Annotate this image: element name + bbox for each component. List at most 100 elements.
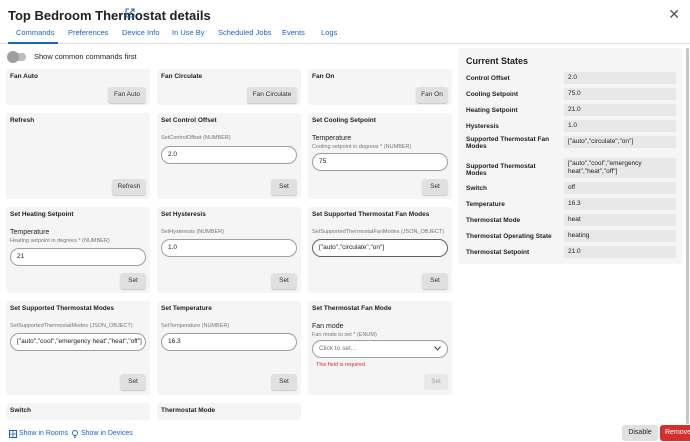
param-label: SetControlOffset (NUMBER) (161, 135, 231, 141)
state-name: Thermostat Mode (466, 217, 521, 224)
command-title: Set Temperature (161, 305, 212, 312)
command-title: Set Cooling Setpoint (312, 117, 376, 124)
param-label: Cooling setpoint in degrees * (NUMBER) (312, 144, 412, 150)
command-title: Refresh (10, 117, 35, 124)
dialog-footer: Show in Rooms Show in Devices Disable Re… (0, 424, 690, 442)
command-title: Set Control Offset (161, 117, 217, 124)
state-value: heat (564, 214, 676, 226)
device-details-dialog: Top Bedroom Thermostat details ✕ Command… (0, 0, 690, 442)
set-button[interactable]: Set (271, 374, 297, 390)
close-icon[interactable]: ✕ (668, 6, 680, 23)
param-label: SetTemperature (NUMBER) (161, 323, 230, 329)
command-title: Fan Auto (10, 73, 38, 80)
set-button[interactable]: Set (120, 273, 146, 289)
lightbulb-icon (72, 430, 78, 438)
tab-device-info[interactable]: Device Info (122, 28, 160, 37)
tab-in-use-by[interactable]: In Use By (172, 28, 205, 37)
command-card-fan-on: Fan On Fan On (308, 69, 452, 105)
toggle-knob[interactable] (7, 51, 19, 63)
rooms-icon (9, 430, 17, 438)
show-in-rooms-link[interactable]: Show in Rooms (9, 430, 69, 438)
command-card-set-temperature: Set Temperature SetTemperature (NUMBER) … (157, 301, 301, 395)
refresh-button[interactable]: Refresh (112, 179, 146, 195)
tab-logs[interactable]: Logs (321, 28, 337, 37)
temperature-input[interactable]: 16.3 (161, 333, 297, 351)
param-label: Heating setpoint in degrees * (NUMBER) (10, 238, 110, 244)
set-button[interactable]: Set (422, 179, 448, 195)
command-card-set-heating-setpoint: Set Heating Setpoint Temperature Heating… (6, 207, 150, 293)
set-button[interactable]: Set (424, 374, 448, 390)
external-link-icon[interactable] (125, 8, 135, 18)
command-card-set-supported-modes: Set Supported Thermostat Modes SetSuppor… (6, 301, 150, 395)
state-name: Cooling Setpoint (466, 91, 518, 98)
state-value: 21.0 (564, 246, 676, 258)
state-name: Thermostat Setpoint (466, 249, 530, 256)
disable-button[interactable]: Disable (622, 425, 658, 441)
fan-mode-select[interactable]: Click to set... (312, 340, 448, 358)
state-name: Heating Setpoint (466, 107, 518, 114)
command-card-set-hysteresis: Set Hysteresis SetHysteresis (NUMBER) 1.… (157, 207, 301, 293)
command-title: Fan Circulate (161, 73, 203, 80)
dialog-header: Top Bedroom Thermostat details ✕ Command… (0, 0, 690, 44)
tab-commands[interactable]: Commands (16, 28, 54, 37)
show-in-rooms-label: Show in Rooms (19, 430, 69, 437)
fan-circulate-button[interactable]: Fan Circulate (247, 87, 297, 103)
remove-button[interactable]: Remove (660, 425, 690, 441)
state-name: Temperature (466, 201, 505, 208)
select-placeholder: Click to set... (319, 345, 357, 352)
state-name: Switch (466, 185, 487, 192)
state-value: 75.0 (564, 88, 676, 100)
state-name: Thermostat Operating State (466, 233, 552, 240)
param-name: Temperature (10, 229, 50, 236)
command-card-set-fan-mode: Set Thermostat Fan Mode Fan mode Fan mod… (308, 301, 452, 395)
command-title: Set Heating Setpoint (10, 211, 74, 218)
supported-modes-input[interactable]: ["auto","cool","emergency heat","heat","… (10, 333, 146, 351)
command-title: Set Supported Thermostat Fan Modes (312, 211, 430, 218)
tab-preferences[interactable]: Preferences (68, 28, 108, 37)
current-states-panel: Current States Control Offset 2.0 Coolin… (458, 48, 682, 264)
command-card-thermostat-mode: Thermostat Mode (157, 403, 301, 420)
command-title: Fan On (312, 73, 335, 80)
show-in-devices-link[interactable]: Show in Devices (72, 430, 133, 438)
command-title: Switch (10, 407, 31, 414)
set-button[interactable]: Set (120, 374, 146, 390)
set-button[interactable]: Set (271, 273, 297, 289)
param-label: SetSupportedThermostatModes (JSON_OBJECT… (10, 323, 133, 329)
state-value: heating (564, 230, 676, 242)
active-tab-indicator (8, 42, 58, 44)
command-title: Thermostat Mode (161, 407, 216, 414)
toggle-label: Show common commands first (34, 52, 137, 61)
page-title: Top Bedroom Thermostat details (8, 8, 211, 23)
tab-scheduled-jobs[interactable]: Scheduled Jobs (218, 28, 271, 37)
param-label: SetHysteresis (NUMBER) (161, 229, 224, 235)
state-value: 1.0 (564, 120, 676, 132)
set-button[interactable]: Set (422, 273, 448, 289)
command-title: Set Thermostat Fan Mode (312, 305, 392, 312)
state-name: Supported Thermostat Modes (466, 163, 536, 177)
state-name: Control Offset (466, 75, 510, 82)
vertical-scrollbar[interactable] (686, 48, 689, 424)
command-title: Set Hysteresis (161, 211, 206, 218)
state-value: ["auto","circulate","on"] (564, 136, 676, 148)
field-error: This field is required (316, 362, 366, 368)
fan-on-button[interactable]: Fan On (416, 87, 448, 103)
current-states-title: Current States (466, 56, 529, 66)
chevron-down-icon (434, 346, 441, 351)
command-title: Set Supported Thermostat Modes (10, 305, 115, 312)
set-button[interactable]: Set (271, 179, 297, 195)
cooling-setpoint-input[interactable]: 75 (312, 153, 448, 171)
state-value: 16.3 (564, 198, 676, 210)
command-card-set-control-offset: Set Control Offset SetControlOffset (NUM… (157, 113, 301, 199)
control-offset-input[interactable]: 2.0 (161, 146, 297, 164)
heating-setpoint-input[interactable]: 21 (10, 248, 146, 266)
supported-fan-modes-input[interactable]: ["auto","circulate","on"] (312, 239, 448, 257)
command-card-refresh: Refresh Refresh (6, 113, 150, 199)
command-card-switch: Switch (6, 403, 150, 420)
state-value: 2.0 (564, 72, 676, 84)
state-name: Supported Thermostat Fan Modes (466, 136, 550, 150)
state-value: off (564, 182, 676, 194)
tab-events[interactable]: Events (282, 28, 305, 37)
hysteresis-input[interactable]: 1.0 (161, 239, 297, 257)
param-label: SetSupportedThermostatFanModes (JSON_OBJ… (312, 229, 445, 235)
fan-auto-button[interactable]: Fan Auto (108, 87, 146, 103)
